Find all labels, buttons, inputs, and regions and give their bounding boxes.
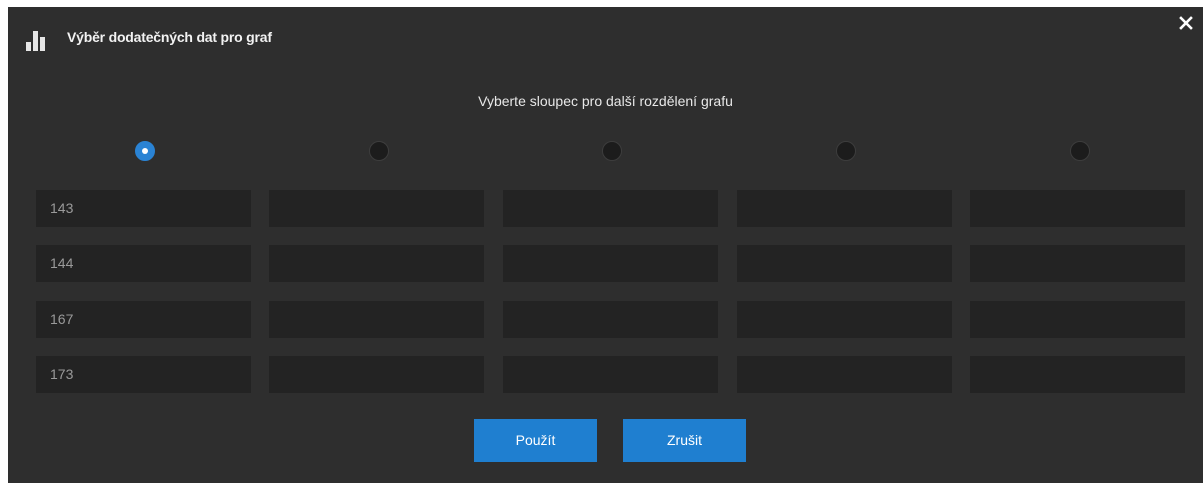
grid-cell — [503, 356, 718, 393]
grid-cell: 173 — [36, 356, 251, 393]
grid-cell — [970, 190, 1185, 227]
title-bar: Výběr dodatečných dat pro graf — [8, 7, 1203, 67]
grid-cell: 167 — [36, 301, 251, 338]
grid-cell: 143 — [36, 190, 251, 227]
close-button[interactable] — [1178, 15, 1194, 31]
grid-cell — [737, 301, 952, 338]
grid-cell — [269, 190, 484, 227]
cancel-button[interactable]: Zrušit — [623, 419, 746, 462]
grid-cell: 144 — [36, 245, 251, 282]
apply-button[interactable]: Použít — [474, 419, 597, 462]
dialog-title: Výběr dodatečných dat pro graf — [67, 29, 272, 45]
grid-cell — [970, 356, 1185, 393]
close-icon — [1179, 16, 1193, 30]
grid-cell — [503, 190, 718, 227]
grid-cell — [503, 301, 718, 338]
grid-cell — [970, 301, 1185, 338]
dialog: Výběr dodatečných dat pro graf Vyberte s… — [8, 7, 1203, 483]
grid-cell — [737, 190, 952, 227]
column-radio-5[interactable] — [1070, 141, 1090, 161]
column-radio-3[interactable] — [602, 141, 622, 161]
grid-cell — [970, 245, 1185, 282]
grid-cell — [269, 245, 484, 282]
column-radio-1[interactable] — [135, 141, 155, 161]
grid-cell — [269, 301, 484, 338]
grid-cell — [503, 245, 718, 282]
grid-cell — [737, 245, 952, 282]
bar-chart-icon — [26, 31, 48, 51]
column-radio-4[interactable] — [836, 141, 856, 161]
column-radio-2[interactable] — [369, 141, 389, 161]
column-radio-group — [36, 141, 1184, 163]
grid-cell — [737, 356, 952, 393]
instruction-text: Vyberte sloupec pro další rozdělení graf… — [478, 93, 733, 109]
grid-cell — [269, 356, 484, 393]
